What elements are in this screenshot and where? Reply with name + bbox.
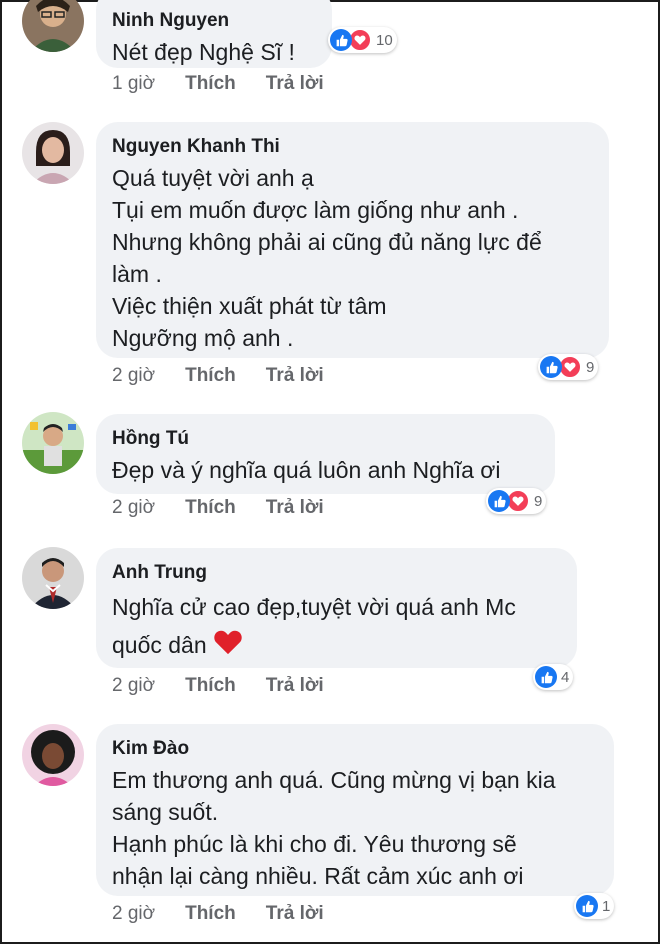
heart-emoji-icon	[213, 627, 243, 666]
like-icon	[488, 490, 510, 512]
comment-bubble: Nguyen Khanh Thi Quá tuyệt vời anh ạ Tụi…	[96, 122, 609, 358]
like-button[interactable]: Thích	[185, 903, 236, 925]
reaction-summary[interactable]: 9	[538, 354, 599, 380]
like-icon	[540, 356, 562, 378]
reaction-count: 9	[534, 492, 543, 510]
comment-text: Quá tuyệt vời anh ạ Tụi em muốn được làm…	[112, 165, 542, 351]
avatar[interactable]	[22, 547, 84, 609]
comment-author[interactable]: Anh Trung	[112, 562, 559, 584]
comment-text: Nét đẹp Nghệ Sĩ !	[112, 39, 295, 65]
reaction-summary[interactable]: 4	[533, 664, 574, 690]
reply-button[interactable]: Trả lời	[266, 365, 324, 387]
reaction-count: 4	[561, 668, 570, 686]
comment-text: Em thương anh quá. Cũng mừng vị bạn kia …	[112, 767, 556, 889]
like-button[interactable]: Thích	[185, 73, 236, 95]
avatar[interactable]	[22, 412, 84, 474]
comment-actions: 2 giờ Thích Trả lời	[112, 497, 354, 519]
comment-text: Nghĩa cử cao đẹp,tuyệt vời quá anh Mc qu…	[112, 588, 559, 666]
comment-time[interactable]: 2 giờ	[112, 903, 155, 925]
reaction-count: 1	[602, 897, 611, 915]
comment-author[interactable]: Kim Đào	[112, 738, 596, 760]
like-button[interactable]: Thích	[185, 365, 236, 387]
comment-actions: 2 giờ Thích Trả lời	[112, 903, 354, 925]
reply-button[interactable]: Trả lời	[266, 903, 324, 925]
reaction-count: 10	[376, 31, 393, 49]
avatar[interactable]	[22, 724, 84, 786]
comment-author[interactable]: Hồng Tú	[112, 428, 537, 450]
reaction-summary[interactable]: 1	[574, 893, 615, 919]
comment-bubble: Hồng Tú Đẹp và ý nghĩa quá luôn anh Nghĩ…	[96, 414, 555, 494]
comment-time[interactable]: 1 giờ	[112, 73, 155, 95]
comment-author[interactable]: Ninh Nguyen	[112, 10, 314, 32]
comment-bubble: Ninh Nguyen Nét đẹp Nghệ Sĩ !	[96, 0, 332, 68]
reply-button[interactable]: Trả lời	[266, 73, 324, 95]
like-icon	[535, 666, 557, 688]
like-button[interactable]: Thích	[185, 497, 236, 519]
comment-time[interactable]: 2 giờ	[112, 675, 155, 697]
like-icon	[330, 29, 352, 51]
reaction-summary[interactable]: 10	[328, 27, 397, 53]
comment-time[interactable]: 2 giờ	[112, 365, 155, 387]
reply-button[interactable]: Trả lời	[266, 497, 324, 519]
reaction-summary[interactable]: 9	[486, 488, 547, 514]
comment-time[interactable]: 2 giờ	[112, 497, 155, 519]
comment-author[interactable]: Nguyen Khanh Thi	[112, 136, 591, 158]
comment-actions: 1 giờ Thích Trả lời	[112, 73, 354, 95]
comment-text: Đẹp và ý nghĩa quá luôn anh Nghĩa ơi	[112, 457, 501, 483]
comment-bubble: Kim Đào Em thương anh quá. Cũng mừng vị …	[96, 724, 614, 896]
comment-bubble: Anh Trung Nghĩa cử cao đẹp,tuyệt vời quá…	[96, 548, 577, 668]
like-button[interactable]: Thích	[185, 675, 236, 697]
avatar[interactable]	[22, 122, 84, 184]
reply-button[interactable]: Trả lời	[266, 675, 324, 697]
comment-actions: 2 giờ Thích Trả lời	[112, 675, 354, 697]
reaction-count: 9	[586, 358, 595, 376]
like-icon	[576, 895, 598, 917]
comment-actions: 2 giờ Thích Trả lời	[112, 365, 354, 387]
